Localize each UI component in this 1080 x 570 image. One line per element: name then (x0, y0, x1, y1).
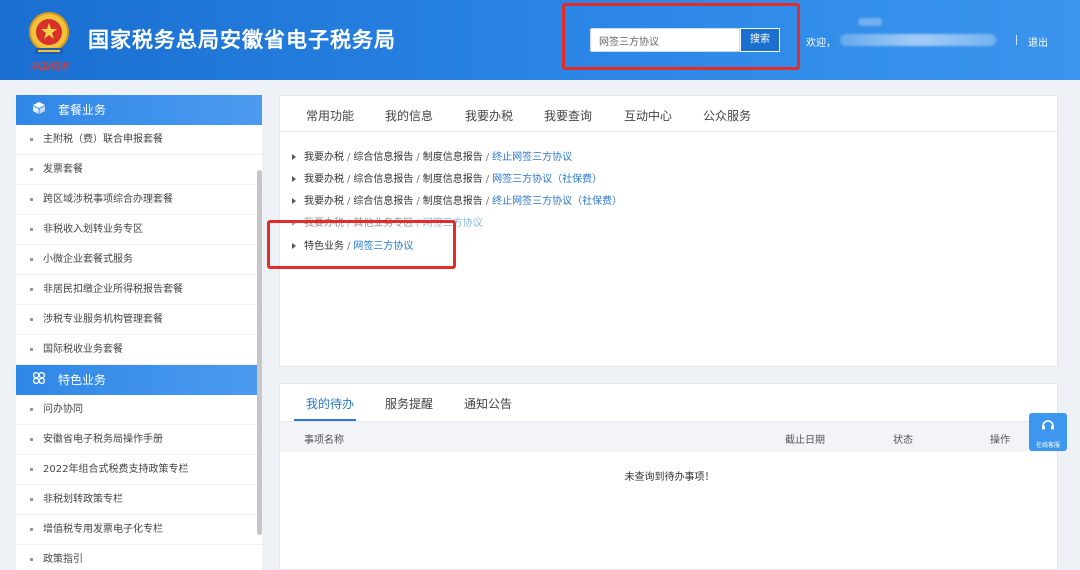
tab-interaction-center[interactable]: 互动中心 (624, 107, 672, 124)
online-support-button[interactable]: 在线客服 (1029, 413, 1067, 451)
todo-table-header: 事项名称 截止日期 状态 操作 (280, 422, 1057, 452)
bottom-tab-bar: 我的待办 服务提醒 通知公告 (280, 384, 1057, 422)
sidebar-item[interactable]: 政策指引 (16, 545, 262, 570)
online-support-label: 在线客服 (1035, 442, 1060, 449)
column-status: 状态 (893, 435, 913, 446)
tab-notices[interactable]: 通知公告 (464, 395, 512, 412)
sidebar-item[interactable]: 非税划转政策专栏 (16, 485, 262, 515)
sidebar-group-package[interactable]: 套餐业务 (16, 95, 262, 125)
user-name-blurred (840, 34, 996, 46)
sidebar-item[interactable]: 国际税收业务套餐 (16, 335, 262, 365)
sidebar-item[interactable]: 增值税专用发票电子化专栏 (16, 515, 262, 545)
sidebar-item[interactable]: 发票套餐 (16, 155, 262, 185)
todo-panel: 我的待办 服务提醒 通知公告 事项名称 截止日期 状态 操作 未查询到待办事项！ (279, 383, 1058, 570)
result-link[interactable]: 终止网签三方协议（社保费） (492, 196, 622, 207)
site-title: 国家税务总局安徽省电子税务局 (88, 28, 396, 52)
tax-emblem-icon (29, 12, 69, 54)
search-result-row: 我要办税 / 综合信息报告 / 制度信息报告 / 终止网签三方协议（社保费） (292, 192, 622, 207)
welcome-text: 欢迎， (806, 38, 836, 49)
result-link[interactable]: 网签三方协议 (423, 218, 483, 229)
result-link[interactable]: 网签三方协议 (353, 241, 413, 252)
tab-query[interactable]: 我要查询 (544, 107, 592, 124)
emblem-signature: 中国税务 (29, 62, 69, 73)
logout-link[interactable]: 退出 (1028, 34, 1048, 49)
column-deadline: 截止日期 (785, 435, 825, 446)
sidebar-group-label: 特色业务 (58, 373, 107, 387)
sidebar-item[interactable]: 安徽省电子税务局操作手册 (16, 425, 262, 455)
search-result-row: 我要办税 / 综合信息报告 / 制度信息报告 / 终止网签三方协议 (292, 148, 572, 163)
tab-tax-handling[interactable]: 我要办税 (465, 107, 513, 124)
four-leaf-icon (32, 365, 46, 395)
sidebar-item[interactable]: 问办协同 (16, 395, 262, 425)
caret-right-icon (292, 154, 296, 160)
sidebar-scrollbar[interactable] (257, 170, 262, 535)
column-action: 操作 (990, 435, 1010, 446)
tab-my-todo[interactable]: 我的待办 (306, 395, 354, 412)
header-divider (1016, 35, 1017, 45)
sidebar-group-featured[interactable]: 特色业务 (16, 365, 262, 395)
search-results-panel: 常用功能 我的信息 我要办税 我要查询 互动中心 公众服务 我要办税 / 综合信息报… (267, 95, 1058, 367)
search-result-row: 我要办税 / 其他业务专区 / 网签三方协议 (292, 214, 483, 229)
search-result-row: 特色业务 / 网签三方协议 (292, 237, 413, 252)
sidebar-item[interactable]: 2022年组合式税费支持政策专栏 (16, 455, 262, 485)
sidebar-item[interactable]: 主附税（费）联合申报套餐 (16, 125, 262, 155)
user-name-blurred-top (858, 18, 882, 26)
sidebar: 套餐业务 主附税（费）联合申报套餐 发票套餐 跨区域涉税事项综合办理套餐 非税收… (16, 95, 262, 570)
sidebar-item[interactable]: 小微企业套餐式服务 (16, 245, 262, 275)
empty-todo-message: 未查询到待办事项！ (624, 472, 715, 483)
top-tab-bar: 常用功能 我的信息 我要办税 我要查询 互动中心 公众服务 (280, 96, 1057, 132)
sidebar-item[interactable]: 涉税专业服务机构管理套餐 (16, 305, 262, 335)
sidebar-item[interactable]: 非居民扣缴企业所得税报告套餐 (16, 275, 262, 305)
tab-common-functions[interactable]: 常用功能 (306, 107, 354, 124)
tab-service-reminder[interactable]: 服务提醒 (385, 395, 433, 412)
sidebar-item[interactable]: 非税收入划转业务专区 (16, 215, 262, 245)
top-header: 中国税务 国家税务总局安徽省电子税务局 搜索 欢迎， 退出 (0, 0, 1080, 80)
sidebar-group-label: 套餐业务 (58, 103, 107, 117)
column-item-name: 事项名称 (304, 435, 344, 446)
result-link[interactable]: 网签三方协议（社保费） (492, 174, 602, 185)
cube-icon (32, 95, 46, 125)
tab-public-service[interactable]: 公众服务 (703, 107, 751, 124)
active-tab-underline (294, 419, 356, 421)
sidebar-item[interactable]: 跨区域涉税事项综合办理套餐 (16, 185, 262, 215)
caret-right-icon (292, 243, 296, 249)
caret-right-icon (292, 220, 296, 226)
headset-icon (1029, 418, 1067, 436)
caret-right-icon (292, 198, 296, 204)
search-result-row: 我要办税 / 综合信息报告 / 制度信息报告 / 网签三方协议（社保费） (292, 170, 602, 185)
result-link[interactable]: 终止网签三方协议 (492, 152, 572, 163)
search-highlight-box (562, 3, 800, 70)
tab-my-info[interactable]: 我的信息 (385, 107, 433, 124)
caret-right-icon (292, 176, 296, 182)
